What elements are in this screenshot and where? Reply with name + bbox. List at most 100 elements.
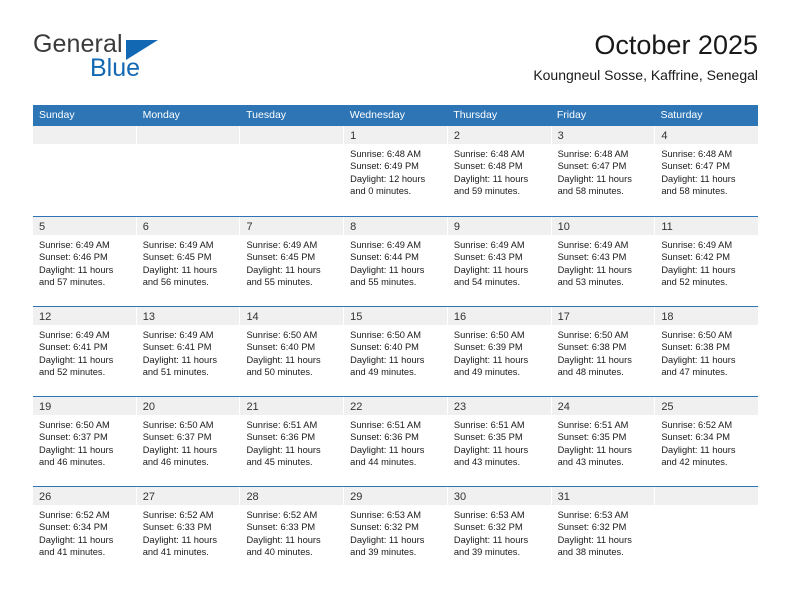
day-detail-line: Sunrise: 6:50 AM	[39, 420, 110, 430]
day-cell-4[interactable]: 4 Sunrise: 6:48 AM Sunset: 6:47 PM Daylight…	[655, 126, 759, 216]
day-detail-line: Sunrise: 6:50 AM	[246, 330, 318, 340]
day-detail-line: Sunrise: 6:52 AM	[661, 420, 733, 430]
general-blue-logo[interactable]: General Blue	[33, 28, 233, 88]
day-cell-5[interactable]: 5 Sunrise: 6:49 AM Sunset: 6:46 PM Daylight…	[33, 217, 137, 306]
day-details: Sunrise: 6:51 AM Sunset: 6:35 PM Daylight:…	[552, 415, 655, 468]
day-cell-3[interactable]: 3 Sunrise: 6:48 AM Sunset: 6:47 PM Daylight…	[551, 126, 656, 216]
day-detail-line: Daylight: 11 hours	[246, 444, 321, 455]
day-detail-line: Sunset: 6:38 PM	[661, 342, 731, 353]
day-cell-8[interactable]: 8 Sunrise: 6:49 AM Sunset: 6:44 PM Daylight…	[344, 217, 448, 306]
day-detail-line: and 57 minutes.	[39, 276, 106, 287]
day-cell-13[interactable]: 13 Sunrise: 6:49 AM Sunset: 6:41 PM Dayligh…	[136, 307, 241, 396]
day-number-band: 22	[344, 397, 447, 415]
day-number: 3	[557, 130, 564, 142]
day-detail-line: Sunset: 6:36 PM	[350, 432, 419, 443]
day-detail-line: and 41 minutes.	[39, 546, 106, 557]
day-details: Sunrise: 6:49 AM Sunset: 6:45 PM Daylight:…	[137, 235, 240, 288]
day-cell-17[interactable]: 17 Sunrise: 6:50 AM Sunset: 6:38 PM Dayligh…	[551, 307, 656, 396]
day-number-band	[33, 126, 136, 144]
day-details: Sunrise: 6:51 AM Sunset: 6:36 PM Daylight:…	[344, 415, 447, 468]
day-cell-20[interactable]: 20 Sunrise: 6:50 AM Sunset: 6:37 PM Dayligh…	[136, 397, 241, 486]
day-cell-16[interactable]: 16 Sunrise: 6:50 AM Sunset: 6:39 PM Dayligh…	[447, 307, 552, 396]
day-detail-line: Sunrise: 6:49 AM	[142, 330, 214, 340]
day-number-band: 18	[655, 307, 759, 325]
day-number: 25	[661, 401, 674, 413]
day-detail-line: Sunrise: 6:53 AM	[453, 510, 525, 520]
weekday-header-friday: Friday	[556, 109, 587, 121]
day-cell-21[interactable]: 21 Sunrise: 6:51 AM Sunset: 6:36 PM Dayligh…	[240, 397, 345, 486]
day-detail-line: Daylight: 11 hours	[557, 534, 632, 545]
day-detail-line: Daylight: 11 hours	[661, 444, 736, 455]
day-cell-6[interactable]: 6 Sunrise: 6:49 AM Sunset: 6:45 PM Daylight…	[136, 217, 241, 306]
day-number-band: 2	[447, 126, 551, 144]
weekday-header-thursday: Thursday	[453, 109, 498, 121]
day-number: 13	[142, 311, 155, 323]
day-cell-24[interactable]: 24 Sunrise: 6:51 AM Sunset: 6:35 PM Dayligh…	[551, 397, 656, 486]
day-detail-line: Daylight: 11 hours	[661, 173, 736, 184]
day-detail-line: Daylight: 11 hours	[246, 354, 321, 365]
day-cell-22[interactable]: 22 Sunrise: 6:51 AM Sunset: 6:36 PM Dayligh…	[344, 397, 448, 486]
day-detail-line: Sunset: 6:32 PM	[557, 522, 627, 533]
day-number: 24	[557, 401, 570, 413]
day-detail-line: and 52 minutes.	[661, 276, 728, 287]
day-cell-14[interactable]: 14 Sunrise: 6:50 AM Sunset: 6:40 PM Dayligh…	[240, 307, 345, 396]
day-details: Sunrise: 6:50 AM Sunset: 6:38 PM Daylight:…	[552, 325, 655, 378]
day-detail-line: Daylight: 11 hours	[246, 534, 321, 545]
day-detail-line: Sunrise: 6:48 AM	[557, 149, 629, 159]
day-detail-line: Sunset: 6:34 PM	[39, 522, 108, 533]
day-detail-line: Daylight: 11 hours	[39, 264, 114, 275]
day-cell-7[interactable]: 7 Sunrise: 6:49 AM Sunset: 6:45 PM Daylight…	[240, 217, 345, 306]
day-cell-23[interactable]: 23 Sunrise: 6:51 AM Sunset: 6:35 PM Dayligh…	[447, 397, 552, 486]
day-cell-10[interactable]: 10 Sunrise: 6:49 AM Sunset: 6:43 PM Dayligh…	[551, 217, 656, 306]
day-cell-30[interactable]: 30 Sunrise: 6:53 AM Sunset: 6:32 PM Dayligh…	[447, 487, 552, 576]
day-cell-15[interactable]: 15 Sunrise: 6:50 AM Sunset: 6:40 PM Dayligh…	[344, 307, 448, 396]
day-cell-31[interactable]: 31 Sunrise: 6:53 AM Sunset: 6:32 PM Dayligh…	[551, 487, 656, 576]
day-detail-line: Daylight: 11 hours	[453, 173, 529, 184]
day-cell-2[interactable]: 2 Sunrise: 6:48 AM Sunset: 6:48 PM Daylight…	[447, 126, 552, 216]
day-detail-line: Daylight: 11 hours	[39, 354, 114, 365]
day-cell-27[interactable]: 27 Sunrise: 6:52 AM Sunset: 6:33 PM Dayligh…	[136, 487, 241, 576]
day-details: Sunrise: 6:49 AM Sunset: 6:43 PM Daylight:…	[448, 235, 551, 288]
day-detail-line: Sunset: 6:41 PM	[39, 342, 108, 353]
day-cell-12[interactable]: 12 Sunrise: 6:49 AM Sunset: 6:41 PM Dayligh…	[33, 307, 137, 396]
calendar-week-row: 19 Sunrise: 6:50 AM Sunset: 6:37 PM Dayligh…	[33, 396, 759, 486]
day-detail-line: Sunrise: 6:51 AM	[246, 420, 318, 430]
day-detail-line: and 39 minutes.	[453, 546, 521, 557]
day-detail-line: Sunset: 6:33 PM	[142, 522, 212, 533]
day-detail-line: and 43 minutes.	[453, 456, 521, 467]
day-cell-9[interactable]: 9 Sunrise: 6:49 AM Sunset: 6:43 PM Daylight…	[447, 217, 552, 306]
calendar-week-row: 12 Sunrise: 6:49 AM Sunset: 6:41 PM Dayligh…	[33, 306, 759, 396]
day-detail-line: and 51 minutes.	[142, 366, 209, 377]
day-cell-25[interactable]: 25 Sunrise: 6:52 AM Sunset: 6:34 PM Dayligh…	[655, 397, 759, 486]
day-number-band: 28	[240, 487, 344, 505]
day-number: 12	[39, 311, 52, 323]
day-detail-line: Sunset: 6:33 PM	[246, 522, 316, 533]
day-details: Sunrise: 6:51 AM Sunset: 6:36 PM Daylight:…	[240, 415, 343, 468]
day-detail-line: and 47 minutes.	[661, 366, 728, 377]
day-details: Sunrise: 6:49 AM Sunset: 6:45 PM Daylight:…	[240, 235, 343, 288]
day-detail-line: Sunset: 6:40 PM	[350, 342, 419, 353]
day-detail-line: Daylight: 11 hours	[350, 444, 425, 455]
day-cell-29[interactable]: 29 Sunrise: 6:53 AM Sunset: 6:32 PM Dayligh…	[344, 487, 448, 576]
day-details: Sunrise: 6:48 AM Sunset: 6:49 PM Daylight:…	[344, 144, 447, 197]
day-cell-11[interactable]: 11 Sunrise: 6:49 AM Sunset: 6:42 PM Dayligh…	[655, 217, 759, 306]
day-cell-26[interactable]: 26 Sunrise: 6:52 AM Sunset: 6:34 PM Dayligh…	[33, 487, 137, 576]
day-cell-28[interactable]: 28 Sunrise: 6:52 AM Sunset: 6:33 PM Dayligh…	[240, 487, 345, 576]
day-detail-line: Sunset: 6:37 PM	[39, 432, 108, 443]
day-cell-18[interactable]: 18 Sunrise: 6:50 AM Sunset: 6:38 PM Dayligh…	[655, 307, 759, 396]
day-detail-line: Sunrise: 6:50 AM	[142, 420, 214, 430]
day-detail-line: Daylight: 11 hours	[350, 264, 425, 275]
day-detail-line: Sunrise: 6:49 AM	[350, 240, 421, 250]
day-cell-1[interactable]: 1 Sunrise: 6:48 AM Sunset: 6:49 PM Daylight…	[344, 126, 448, 216]
day-number: 17	[557, 311, 570, 323]
day-detail-line: Sunrise: 6:51 AM	[557, 420, 629, 430]
day-detail-line: Sunset: 6:45 PM	[142, 252, 212, 263]
day-number-band: 26	[33, 487, 136, 505]
day-detail-line: Sunrise: 6:52 AM	[142, 510, 214, 520]
day-detail-line: Sunrise: 6:49 AM	[453, 240, 525, 250]
day-cell-19[interactable]: 19 Sunrise: 6:50 AM Sunset: 6:37 PM Dayligh…	[33, 397, 137, 486]
day-number-band: 16	[447, 307, 551, 325]
day-detail-line: Daylight: 11 hours	[142, 354, 217, 365]
day-cell-empty	[240, 126, 345, 216]
day-detail-line: and 38 minutes.	[557, 546, 624, 557]
